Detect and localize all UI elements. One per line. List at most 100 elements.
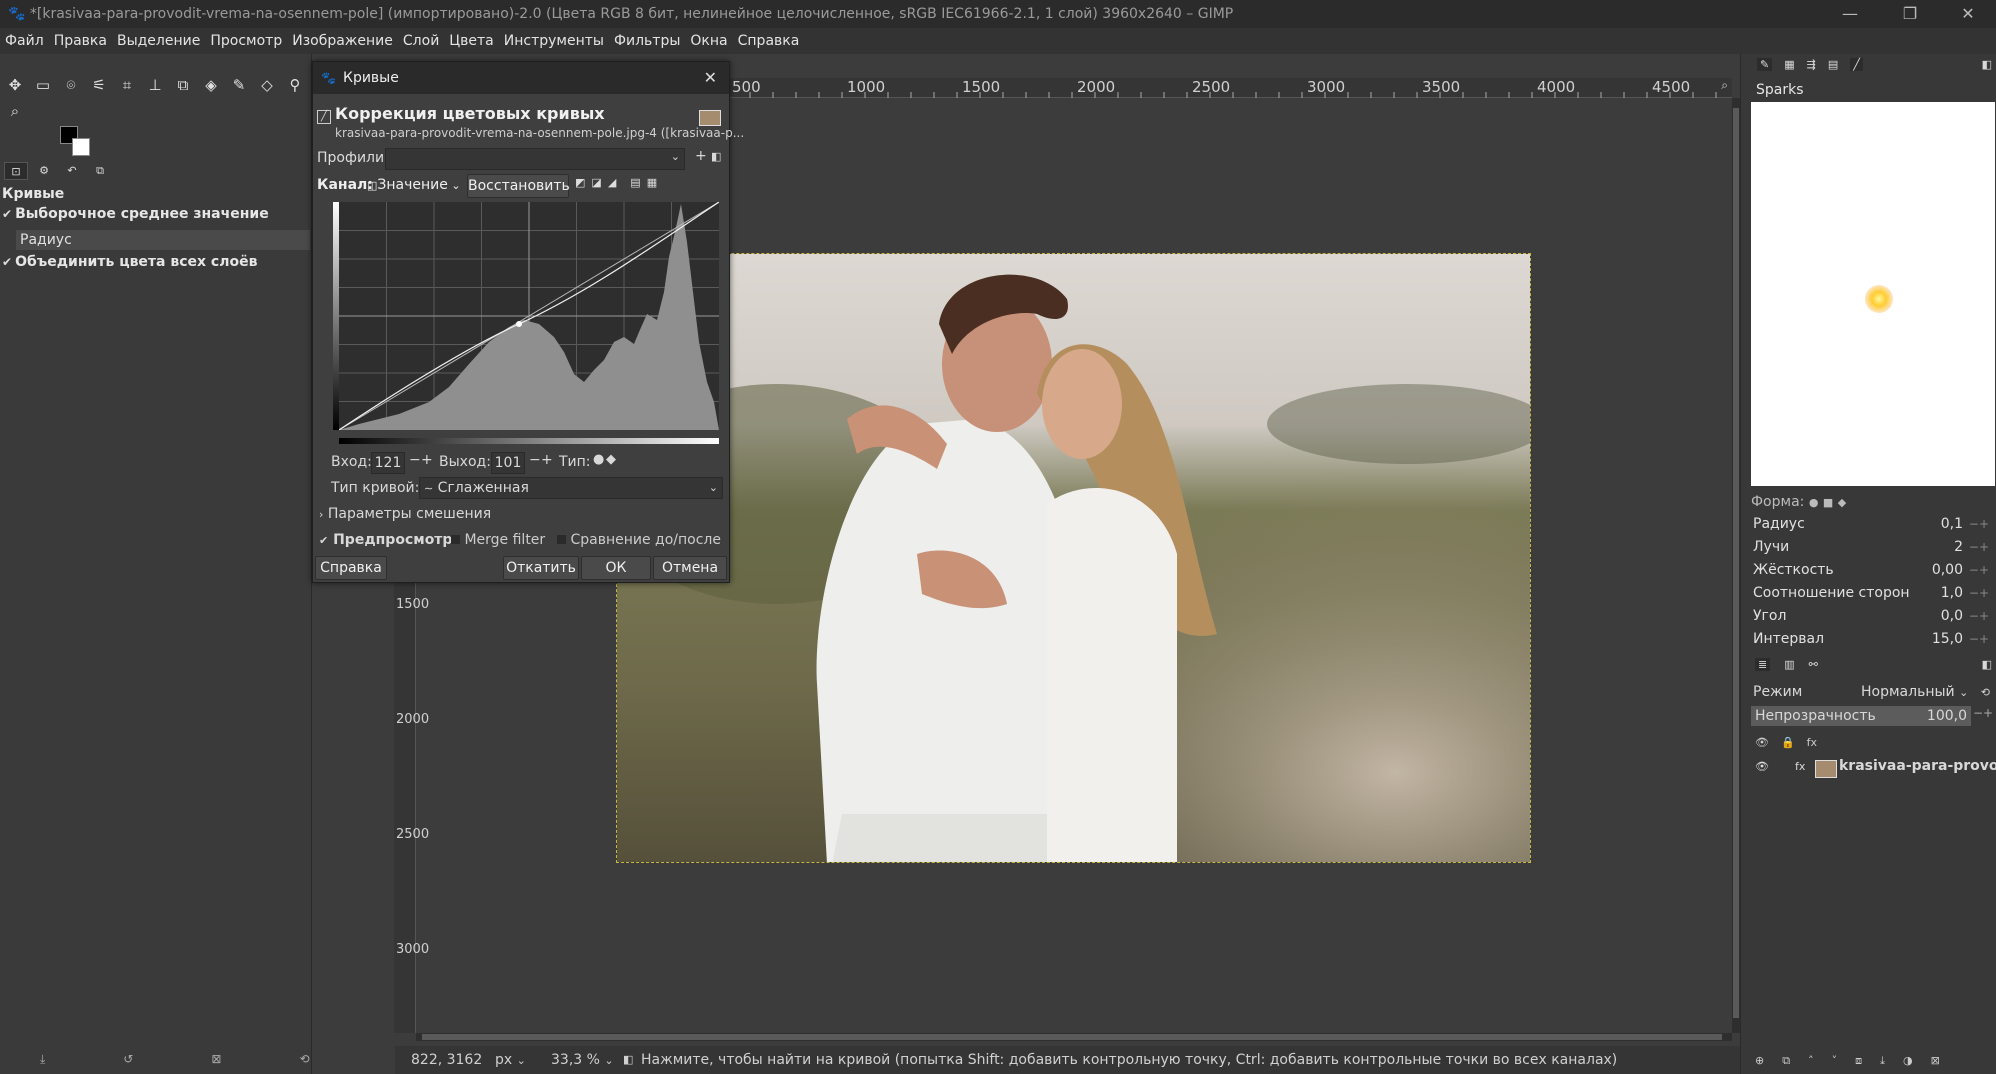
save-options-icon[interactable]: ⤓ xyxy=(40,1052,45,1067)
gradients-tab-icon[interactable]: ▤ xyxy=(1828,58,1838,71)
dialog-titlebar[interactable]: 🐾 Кривые ✕ xyxy=(313,62,729,94)
input-field[interactable]: 121 xyxy=(371,452,405,474)
dock-menu-icon[interactable]: ◧ xyxy=(1982,58,1992,71)
linear-scale-icon[interactable]: ◩ xyxy=(575,176,585,189)
visibility-column-icon[interactable]: 👁 xyxy=(1755,736,1769,749)
zoom-dropdown[interactable]: 33,3 % ⌄ xyxy=(551,1046,614,1074)
fonts-tab-icon[interactable]: ⇶ xyxy=(1807,58,1816,71)
close-window-button[interactable]: ✕ xyxy=(1948,0,1988,28)
lasso-icon[interactable]: ⌾ xyxy=(60,74,82,96)
curve-type-dropdown[interactable]: ∼ Сглаженная ⌄ xyxy=(419,477,723,499)
new-layer-icon[interactable]: ⊕ xyxy=(1755,1054,1764,1068)
cancel-button[interactable]: Отмена xyxy=(653,556,727,580)
spin-icon[interactable]: −+ xyxy=(1969,537,1989,557)
mode-reset-icon[interactable]: ⟲ xyxy=(1981,686,1990,699)
histogram-log-icon[interactable]: ▦ xyxy=(647,176,657,189)
menu-layer[interactable]: Слой xyxy=(398,28,444,54)
duplicate-layer-icon[interactable]: ⧈ xyxy=(1855,1054,1862,1068)
ok-button[interactable]: ОК xyxy=(581,556,651,580)
channel-dropdown[interactable]: ◫Значение ⌄ xyxy=(367,175,469,197)
smooth-point-icon[interactable]: ● xyxy=(593,452,604,467)
restore-options-icon[interactable]: ↺ xyxy=(123,1052,133,1067)
lower-layer-icon[interactable]: ˅ xyxy=(1832,1054,1838,1068)
histogram-linear-icon[interactable]: ▤ xyxy=(630,176,640,189)
maximize-button[interactable]: ❐ xyxy=(1890,0,1930,28)
profiles-dropdown[interactable]: ⌄ xyxy=(385,148,685,170)
opacity-spin-icon[interactable]: −+ xyxy=(1973,706,1993,720)
mode-dropdown[interactable]: Нормальный ⌄ ⟲ xyxy=(1861,684,1990,700)
curve-graph[interactable] xyxy=(338,201,720,431)
lock-column-icon[interactable]: 🔒 xyxy=(1781,736,1795,749)
output-decrement-icon[interactable]: − xyxy=(529,452,541,468)
layer-name[interactable]: krasivaa-para-provod xyxy=(1839,758,1996,774)
paintbrush-icon[interactable]: ✎ xyxy=(228,74,250,96)
output-increment-icon[interactable]: + xyxy=(541,452,553,468)
layers-menu-icon[interactable]: ◧ xyxy=(1982,658,1992,671)
log-scale-icon[interactable]: ◪ xyxy=(591,176,601,189)
minimize-button[interactable]: — xyxy=(1830,0,1870,28)
opacity-slider[interactable]: Непрозрачность 100,0 xyxy=(1751,706,1971,726)
menu-help[interactable]: Справка xyxy=(733,28,805,54)
channels-tab-icon[interactable]: ▥ xyxy=(1784,658,1794,671)
reset-options-icon[interactable]: ⟲ xyxy=(299,1052,309,1067)
menu-file[interactable]: Файл xyxy=(0,28,49,54)
brushes-tab-icon[interactable]: ✎ xyxy=(1757,58,1773,71)
dialog-close-icon[interactable]: ✕ xyxy=(704,62,717,94)
vertical-scrollbar[interactable] xyxy=(1732,98,1740,1033)
patterns-tab-icon[interactable]: ▦ xyxy=(1784,58,1794,71)
input-decrement-icon[interactable]: − xyxy=(409,452,421,468)
merge-layers-option[interactable]: ✔ Объединить цвета всех слоёв xyxy=(2,254,257,270)
layer-row[interactable]: 👁 fx krasivaa-para-provod xyxy=(1751,756,1996,782)
reset-button[interactable]: Откатить xyxy=(503,556,579,580)
undo-tab-icon[interactable]: ↶ xyxy=(60,162,84,180)
spin-icon[interactable]: −+ xyxy=(1969,560,1989,580)
curve-edit-icon[interactable]: ◢ xyxy=(608,176,616,189)
zoom-tool-icon[interactable]: ⌕ xyxy=(4,100,26,122)
fuzzy-select-icon[interactable]: ⚟ xyxy=(88,74,110,96)
transform-icon[interactable]: ⊥ xyxy=(144,74,166,96)
profile-menu-icon[interactable]: ◧ xyxy=(711,150,721,163)
reset-channel-button[interactable]: Восстановить xyxy=(467,174,570,198)
shape-circle-icon[interactable]: ● xyxy=(1809,496,1819,509)
compare-checkbox[interactable]: Сравнение до/после xyxy=(557,532,721,548)
paint-dynamics-tab-icon[interactable]: ╱ xyxy=(1850,58,1863,71)
add-profile-icon[interactable]: + xyxy=(695,148,707,164)
fx-column-icon[interactable]: fx xyxy=(1807,736,1817,749)
output-field[interactable]: 101 xyxy=(491,452,525,474)
spin-icon[interactable]: −+ xyxy=(1969,583,1989,603)
menu-image[interactable]: Изображение xyxy=(287,28,398,54)
bucket-fill-icon[interactable]: ◈ xyxy=(200,74,222,96)
horizontal-scrollbar[interactable] xyxy=(416,1033,1732,1041)
menu-view[interactable]: Просмотр xyxy=(205,28,287,54)
zoom-icon[interactable]: ⌕ xyxy=(1721,78,1728,93)
images-tab-icon[interactable]: ⧉ xyxy=(88,162,112,180)
menu-edit[interactable]: Правка xyxy=(49,28,112,54)
param-radius[interactable]: Радиус 0,1 −+ xyxy=(1753,514,1991,534)
radius-slider[interactable]: Радиус xyxy=(16,230,310,250)
menu-select[interactable]: Выделение xyxy=(112,28,205,54)
crop-icon[interactable]: ⌗ xyxy=(116,74,138,96)
param-spikes[interactable]: Лучи 2 −+ xyxy=(1753,537,1991,557)
menu-tools[interactable]: Инструменты xyxy=(499,28,609,54)
canvas-image[interactable] xyxy=(616,253,1531,863)
param-spacing[interactable]: Интервал 15,0 −+ xyxy=(1753,629,1991,649)
warp-icon[interactable]: ⧉ xyxy=(172,74,194,96)
paths-tab-icon[interactable]: ⚯ xyxy=(1809,658,1818,671)
shape-square-icon[interactable]: ■ xyxy=(1823,496,1833,509)
blend-options-expander[interactable]: › Параметры смешения xyxy=(319,506,491,522)
merge-down-icon[interactable]: ⤓ xyxy=(1880,1054,1885,1068)
raise-layer-icon[interactable]: ˄ xyxy=(1808,1054,1814,1068)
param-aspect-ratio[interactable]: Соотношение сторон 1,0 −+ xyxy=(1753,583,1991,603)
shape-diamond-icon[interactable]: ◆ xyxy=(1838,496,1846,509)
spin-icon[interactable]: −+ xyxy=(1969,514,1989,534)
corner-point-icon[interactable]: ◆ xyxy=(606,452,616,467)
menu-windows[interactable]: Окна xyxy=(685,28,732,54)
eye-icon[interactable]: 👁 xyxy=(1755,760,1769,773)
help-button[interactable]: Справка xyxy=(315,556,387,580)
menu-colors[interactable]: Цвета xyxy=(444,28,498,54)
layers-tab-icon[interactable]: ≣ xyxy=(1755,658,1771,671)
param-angle[interactable]: Угол 0,0 −+ xyxy=(1753,606,1991,626)
eraser-icon[interactable]: ◇ xyxy=(256,74,278,96)
mask-icon[interactable]: ◑ xyxy=(1903,1054,1913,1068)
tool-options-tab-icon[interactable]: ⊡ xyxy=(4,162,28,180)
